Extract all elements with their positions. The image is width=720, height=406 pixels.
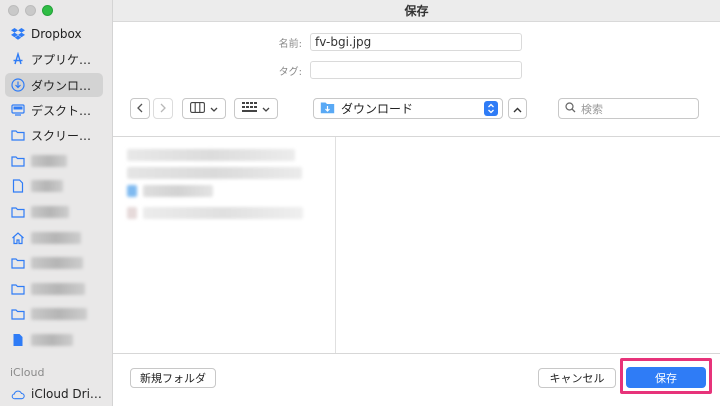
chevron-down-icon bbox=[262, 102, 270, 116]
grid-view-icon bbox=[242, 101, 257, 116]
sidebar-item-redacted[interactable] bbox=[5, 200, 103, 224]
sidebar-item-screenshots[interactable]: スクリー… bbox=[5, 123, 103, 147]
sidebar-item-label: スクリー… bbox=[31, 128, 92, 143]
document-icon bbox=[11, 333, 25, 347]
folder-download-icon bbox=[320, 101, 335, 117]
sidebar-item-desktop[interactable]: デスクト… bbox=[5, 98, 103, 122]
sidebar-item-icloud-drive[interactable]: iCloud Dri… bbox=[5, 382, 103, 406]
file-icon bbox=[127, 185, 137, 197]
sidebar-item-downloads[interactable]: ダウンロ… bbox=[5, 73, 103, 97]
close-window-button[interactable] bbox=[8, 5, 19, 16]
search-icon bbox=[565, 101, 576, 116]
download-icon bbox=[11, 78, 25, 92]
sidebar-item-redacted[interactable] bbox=[5, 149, 103, 173]
sidebar-item-redacted[interactable] bbox=[5, 251, 103, 275]
sidebar: Dropbox アプリケ… ダウンロ… デスクト… スクリー… iCloud i… bbox=[0, 0, 113, 406]
applications-icon bbox=[11, 52, 25, 66]
folder-icon bbox=[11, 205, 25, 219]
chevron-up-icon bbox=[513, 102, 522, 116]
cancel-button[interactable]: キャンセル bbox=[538, 368, 616, 388]
folder-icon bbox=[11, 128, 25, 142]
zoom-window-button[interactable] bbox=[42, 5, 53, 16]
sidebar-item-redacted[interactable] bbox=[5, 277, 103, 301]
new-folder-button[interactable]: 新規フォルダ bbox=[130, 368, 216, 388]
folder-icon bbox=[11, 307, 25, 321]
name-row: 名前: fv-bgi.jpg bbox=[262, 33, 522, 51]
folder-icon bbox=[11, 282, 25, 296]
sidebar-item-label: デスクト… bbox=[31, 103, 92, 118]
name-label: 名前: bbox=[278, 38, 302, 50]
file-icon bbox=[127, 207, 137, 219]
sidebar-item-label: ダウンロ… bbox=[31, 78, 92, 93]
tags-input[interactable] bbox=[310, 61, 522, 79]
dropbox-icon bbox=[11, 27, 25, 41]
save-button[interactable]: 保存 bbox=[626, 367, 706, 388]
list-item[interactable] bbox=[127, 207, 303, 219]
tag-label: タグ: bbox=[278, 66, 302, 78]
sidebar-item-redacted[interactable] bbox=[5, 226, 103, 250]
sidebar-item-label: Dropbox bbox=[31, 27, 82, 41]
chevron-right-icon bbox=[159, 102, 167, 116]
window-title: 保存 bbox=[404, 4, 429, 18]
sidebar-item-label: iCloud Dri… bbox=[31, 387, 102, 401]
list-item[interactable] bbox=[127, 185, 213, 197]
sidebar-section-icloud: iCloud bbox=[10, 366, 45, 379]
location-popup[interactable]: ダウンロード bbox=[313, 98, 503, 119]
window-titlebar: 保存 bbox=[113, 0, 720, 22]
redacted-file-name bbox=[127, 167, 302, 179]
sidebar-item-redacted[interactable] bbox=[5, 328, 103, 352]
list-item[interactable] bbox=[127, 149, 295, 161]
redacted-label bbox=[31, 308, 87, 320]
chevron-down-icon bbox=[210, 102, 218, 116]
redacted-label bbox=[31, 155, 67, 167]
sidebar-item-dropbox[interactable]: Dropbox bbox=[5, 22, 103, 46]
redacted-file-name bbox=[143, 207, 303, 219]
redacted-label bbox=[31, 334, 73, 346]
back-button[interactable] bbox=[130, 98, 150, 119]
folder-icon bbox=[11, 256, 25, 270]
window-controls bbox=[8, 5, 53, 16]
redacted-label bbox=[31, 180, 63, 192]
cloud-icon bbox=[11, 387, 25, 401]
forward-button[interactable] bbox=[153, 98, 173, 119]
document-icon bbox=[11, 179, 25, 193]
sidebar-item-applications[interactable]: アプリケ… bbox=[5, 47, 103, 71]
redacted-label bbox=[31, 257, 83, 269]
view-grid-button[interactable] bbox=[234, 98, 278, 119]
home-icon bbox=[11, 231, 25, 245]
redacted-file-name bbox=[127, 149, 295, 161]
list-item[interactable] bbox=[127, 167, 302, 179]
sidebar-item-redacted[interactable] bbox=[5, 174, 103, 198]
location-label: ダウンロード bbox=[341, 102, 414, 116]
file-browser[interactable] bbox=[113, 136, 720, 354]
redacted-label bbox=[31, 232, 81, 244]
column-divider[interactable] bbox=[335, 137, 336, 353]
folder-icon bbox=[11, 154, 25, 168]
collapse-expand-button[interactable] bbox=[508, 98, 527, 119]
minimize-window-button[interactable] bbox=[25, 5, 36, 16]
sidebar-item-label: アプリケ… bbox=[31, 52, 92, 67]
view-columns-button[interactable] bbox=[182, 98, 226, 119]
search-placeholder: 検索 bbox=[581, 102, 603, 116]
chevron-left-icon bbox=[136, 102, 144, 116]
desktop-icon bbox=[11, 103, 25, 117]
redacted-file-name bbox=[143, 185, 213, 197]
sidebar-item-redacted[interactable] bbox=[5, 302, 103, 326]
tag-row: タグ: bbox=[262, 61, 522, 79]
search-field[interactable]: 検索 bbox=[558, 98, 699, 119]
redacted-label bbox=[31, 283, 85, 295]
redacted-label bbox=[31, 206, 69, 218]
columns-view-icon bbox=[190, 101, 205, 116]
up-down-chevron-icon bbox=[484, 101, 498, 116]
filename-input[interactable]: fv-bgi.jpg bbox=[310, 33, 522, 51]
